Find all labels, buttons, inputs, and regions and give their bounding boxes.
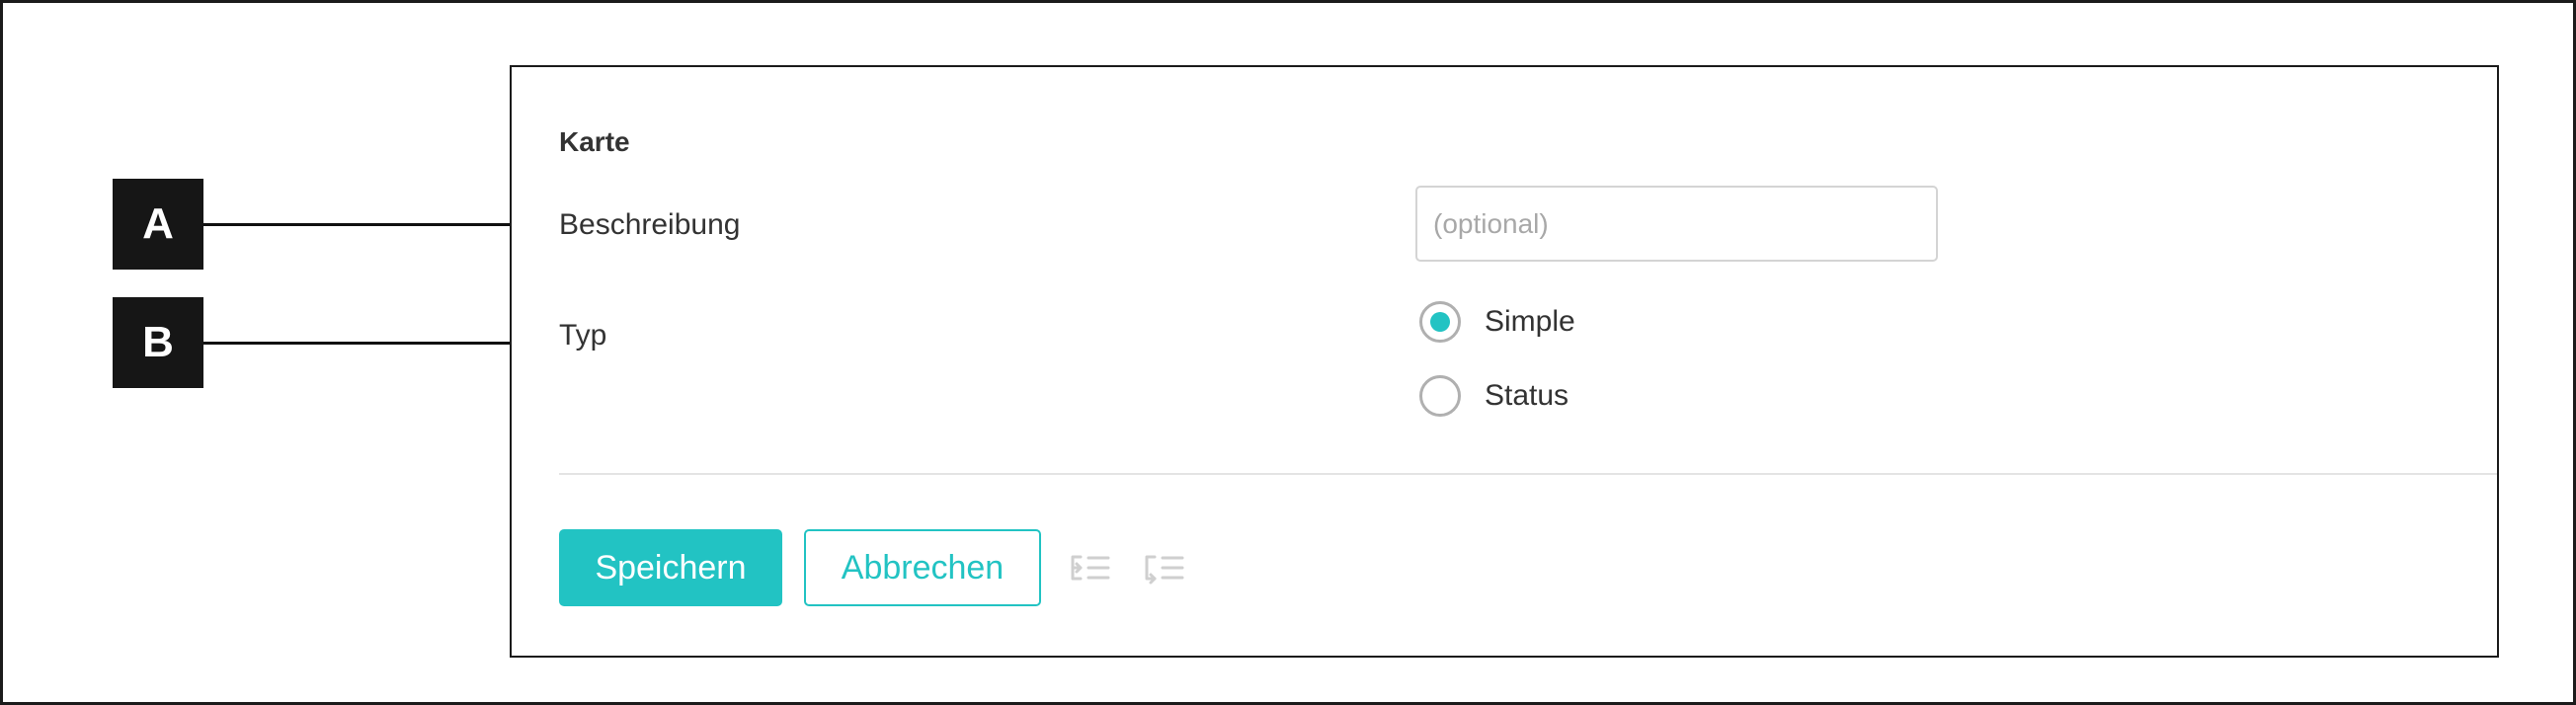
description-label: Beschreibung <box>559 208 741 241</box>
type-option-simple-label: Simple <box>1485 305 1575 338</box>
indent-icon[interactable] <box>1141 549 1186 587</box>
radio-checked-icon[interactable] <box>1419 301 1461 343</box>
outdent-icon[interactable] <box>1067 549 1112 587</box>
type-option-status[interactable]: Status <box>1419 373 1569 419</box>
description-input[interactable] <box>1415 186 1938 262</box>
type-option-simple[interactable]: Simple <box>1419 299 1575 345</box>
callout-b: B <box>113 297 203 388</box>
save-button[interactable]: Speichern <box>559 529 782 606</box>
form-divider <box>559 473 2497 475</box>
section-title: Karte <box>559 126 630 157</box>
callout-a: A <box>113 179 203 270</box>
type-option-status-label: Status <box>1485 379 1570 412</box>
callout-b-leader-line <box>203 342 539 345</box>
type-label: Typ <box>559 319 607 352</box>
radio-unchecked-icon[interactable] <box>1419 375 1461 417</box>
callout-a-leader-line <box>203 223 539 226</box>
cancel-button[interactable]: Abbrechen <box>804 529 1041 606</box>
